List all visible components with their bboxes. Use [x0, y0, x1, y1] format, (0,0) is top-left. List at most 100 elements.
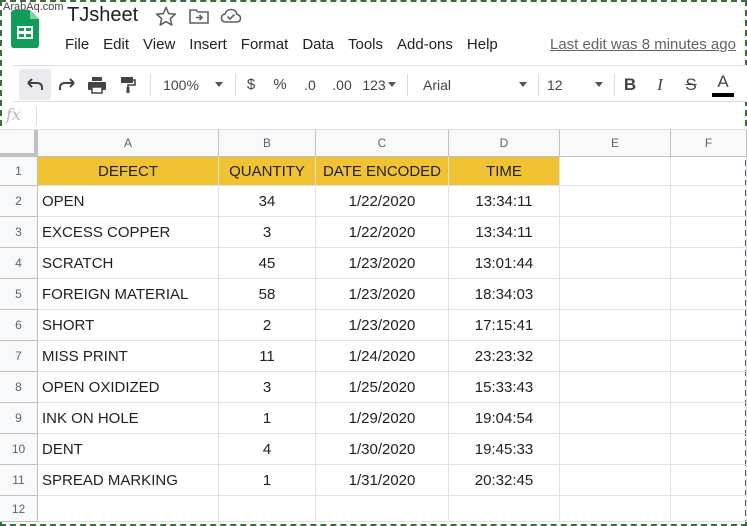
- empty-cell[interactable]: [560, 372, 671, 403]
- empty-cell[interactable]: [671, 279, 747, 310]
- row-number[interactable]: 3: [0, 217, 38, 248]
- data-cell[interactable]: INK ON HOLE: [38, 403, 219, 434]
- zoom-select[interactable]: 100%: [158, 66, 228, 103]
- data-cell[interactable]: 1/29/2020: [316, 403, 449, 434]
- empty-cell[interactable]: [671, 248, 747, 279]
- data-cell[interactable]: 1/22/2020: [316, 186, 449, 217]
- data-cell[interactable]: SPREAD MARKING: [38, 465, 219, 496]
- data-cell[interactable]: 13:34:11: [449, 217, 560, 248]
- empty-cell[interactable]: [671, 217, 747, 248]
- data-cell[interactable]: 3: [219, 372, 316, 403]
- data-cell[interactable]: 1/24/2020: [316, 341, 449, 372]
- data-cell[interactable]: 1/30/2020: [316, 434, 449, 465]
- empty-cell[interactable]: [671, 403, 747, 434]
- data-cell[interactable]: 23:23:32: [449, 341, 560, 372]
- increase-decimal-button[interactable]: .00: [327, 66, 357, 103]
- column-header[interactable]: A: [38, 130, 219, 157]
- percent-button[interactable]: %: [269, 66, 291, 103]
- data-cell[interactable]: 11: [219, 341, 316, 372]
- row-number[interactable]: 7: [0, 341, 38, 372]
- column-header[interactable]: B: [219, 130, 316, 157]
- bold-button[interactable]: B: [619, 66, 641, 103]
- row-number[interactable]: 6: [0, 310, 38, 341]
- decrease-decimal-button[interactable]: .0: [297, 66, 323, 103]
- sheets-logo-icon[interactable]: [11, 10, 39, 48]
- empty-cell[interactable]: [671, 157, 747, 186]
- data-cell[interactable]: OPEN OXIDIZED: [38, 372, 219, 403]
- formula-input[interactable]: [44, 106, 734, 126]
- menu-format[interactable]: Format: [234, 34, 296, 56]
- data-cell[interactable]: 20:32:45: [449, 465, 560, 496]
- data-cell[interactable]: 34: [219, 186, 316, 217]
- empty-cell[interactable]: [560, 465, 671, 496]
- empty-cell[interactable]: [449, 496, 560, 522]
- column-header[interactable]: D: [449, 130, 560, 157]
- paint-format-button[interactable]: [114, 66, 142, 103]
- data-cell[interactable]: 17:15:41: [449, 310, 560, 341]
- undo-button[interactable]: [19, 69, 51, 100]
- data-cell[interactable]: SCRATCH: [38, 248, 219, 279]
- row-number[interactable]: 4: [0, 248, 38, 279]
- empty-cell[interactable]: [671, 434, 747, 465]
- empty-cell[interactable]: [671, 372, 747, 403]
- data-cell[interactable]: 1/23/2020: [316, 279, 449, 310]
- empty-cell[interactable]: [219, 496, 316, 522]
- star-icon[interactable]: [155, 6, 177, 26]
- data-cell[interactable]: DENT: [38, 434, 219, 465]
- empty-cell[interactable]: [560, 217, 671, 248]
- data-cell[interactable]: 45: [219, 248, 316, 279]
- header-cell[interactable]: DEFECT: [38, 157, 219, 186]
- menu-edit[interactable]: Edit: [96, 34, 136, 56]
- move-folder-icon[interactable]: [188, 6, 210, 26]
- data-cell[interactable]: 1/23/2020: [316, 310, 449, 341]
- menu-help[interactable]: Help: [460, 34, 505, 56]
- data-cell[interactable]: EXCESS COPPER: [38, 217, 219, 248]
- text-color-button[interactable]: A: [710, 66, 736, 103]
- last-edit-link[interactable]: Last edit was 8 minutes ago: [550, 36, 736, 53]
- data-cell[interactable]: 15:33:43: [449, 372, 560, 403]
- empty-cell[interactable]: [560, 496, 671, 522]
- data-cell[interactable]: 1: [219, 403, 316, 434]
- menu-tools[interactable]: Tools: [341, 34, 390, 56]
- empty-cell[interactable]: [560, 403, 671, 434]
- redo-button[interactable]: [53, 66, 81, 103]
- data-cell[interactable]: 1/22/2020: [316, 217, 449, 248]
- column-header[interactable]: E: [560, 130, 671, 157]
- data-cell[interactable]: 1/23/2020: [316, 248, 449, 279]
- header-cell[interactable]: DATE ENCODED: [316, 157, 449, 186]
- header-cell[interactable]: QUANTITY: [219, 157, 316, 186]
- data-cell[interactable]: 3: [219, 217, 316, 248]
- more-formats-select[interactable]: 123: [359, 66, 399, 103]
- empty-cell[interactable]: [560, 279, 671, 310]
- data-cell[interactable]: 13:34:11: [449, 186, 560, 217]
- column-header[interactable]: C: [316, 130, 449, 157]
- data-cell[interactable]: OPEN: [38, 186, 219, 217]
- data-cell[interactable]: FOREIGN MATERIAL: [38, 279, 219, 310]
- empty-cell[interactable]: [560, 434, 671, 465]
- cloud-saved-icon[interactable]: [220, 6, 242, 26]
- row-number[interactable]: 10: [0, 434, 38, 465]
- column-header[interactable]: F: [671, 130, 747, 157]
- print-button[interactable]: [83, 66, 111, 103]
- empty-cell[interactable]: [560, 248, 671, 279]
- row-number[interactable]: 5: [0, 279, 38, 310]
- empty-cell[interactable]: [560, 341, 671, 372]
- empty-cell[interactable]: [671, 496, 747, 522]
- empty-cell[interactable]: [671, 465, 747, 496]
- menu-addons[interactable]: Add-ons: [390, 34, 460, 56]
- data-cell[interactable]: MISS PRINT: [38, 341, 219, 372]
- row-number[interactable]: 8: [0, 372, 38, 403]
- empty-cell[interactable]: [38, 496, 219, 522]
- row-number[interactable]: 11: [0, 465, 38, 496]
- row-number[interactable]: 1: [0, 157, 38, 186]
- font-size-select[interactable]: 12: [543, 66, 605, 103]
- empty-cell[interactable]: [671, 310, 747, 341]
- italic-button[interactable]: I: [649, 66, 671, 103]
- data-cell[interactable]: 13:01:44: [449, 248, 560, 279]
- document-title[interactable]: TJsheet: [67, 4, 138, 27]
- empty-cell[interactable]: [560, 310, 671, 341]
- menu-data[interactable]: Data: [295, 34, 341, 56]
- empty-cell[interactable]: [671, 186, 747, 217]
- strikethrough-button[interactable]: S: [680, 66, 702, 103]
- select-all-corner[interactable]: [0, 130, 38, 157]
